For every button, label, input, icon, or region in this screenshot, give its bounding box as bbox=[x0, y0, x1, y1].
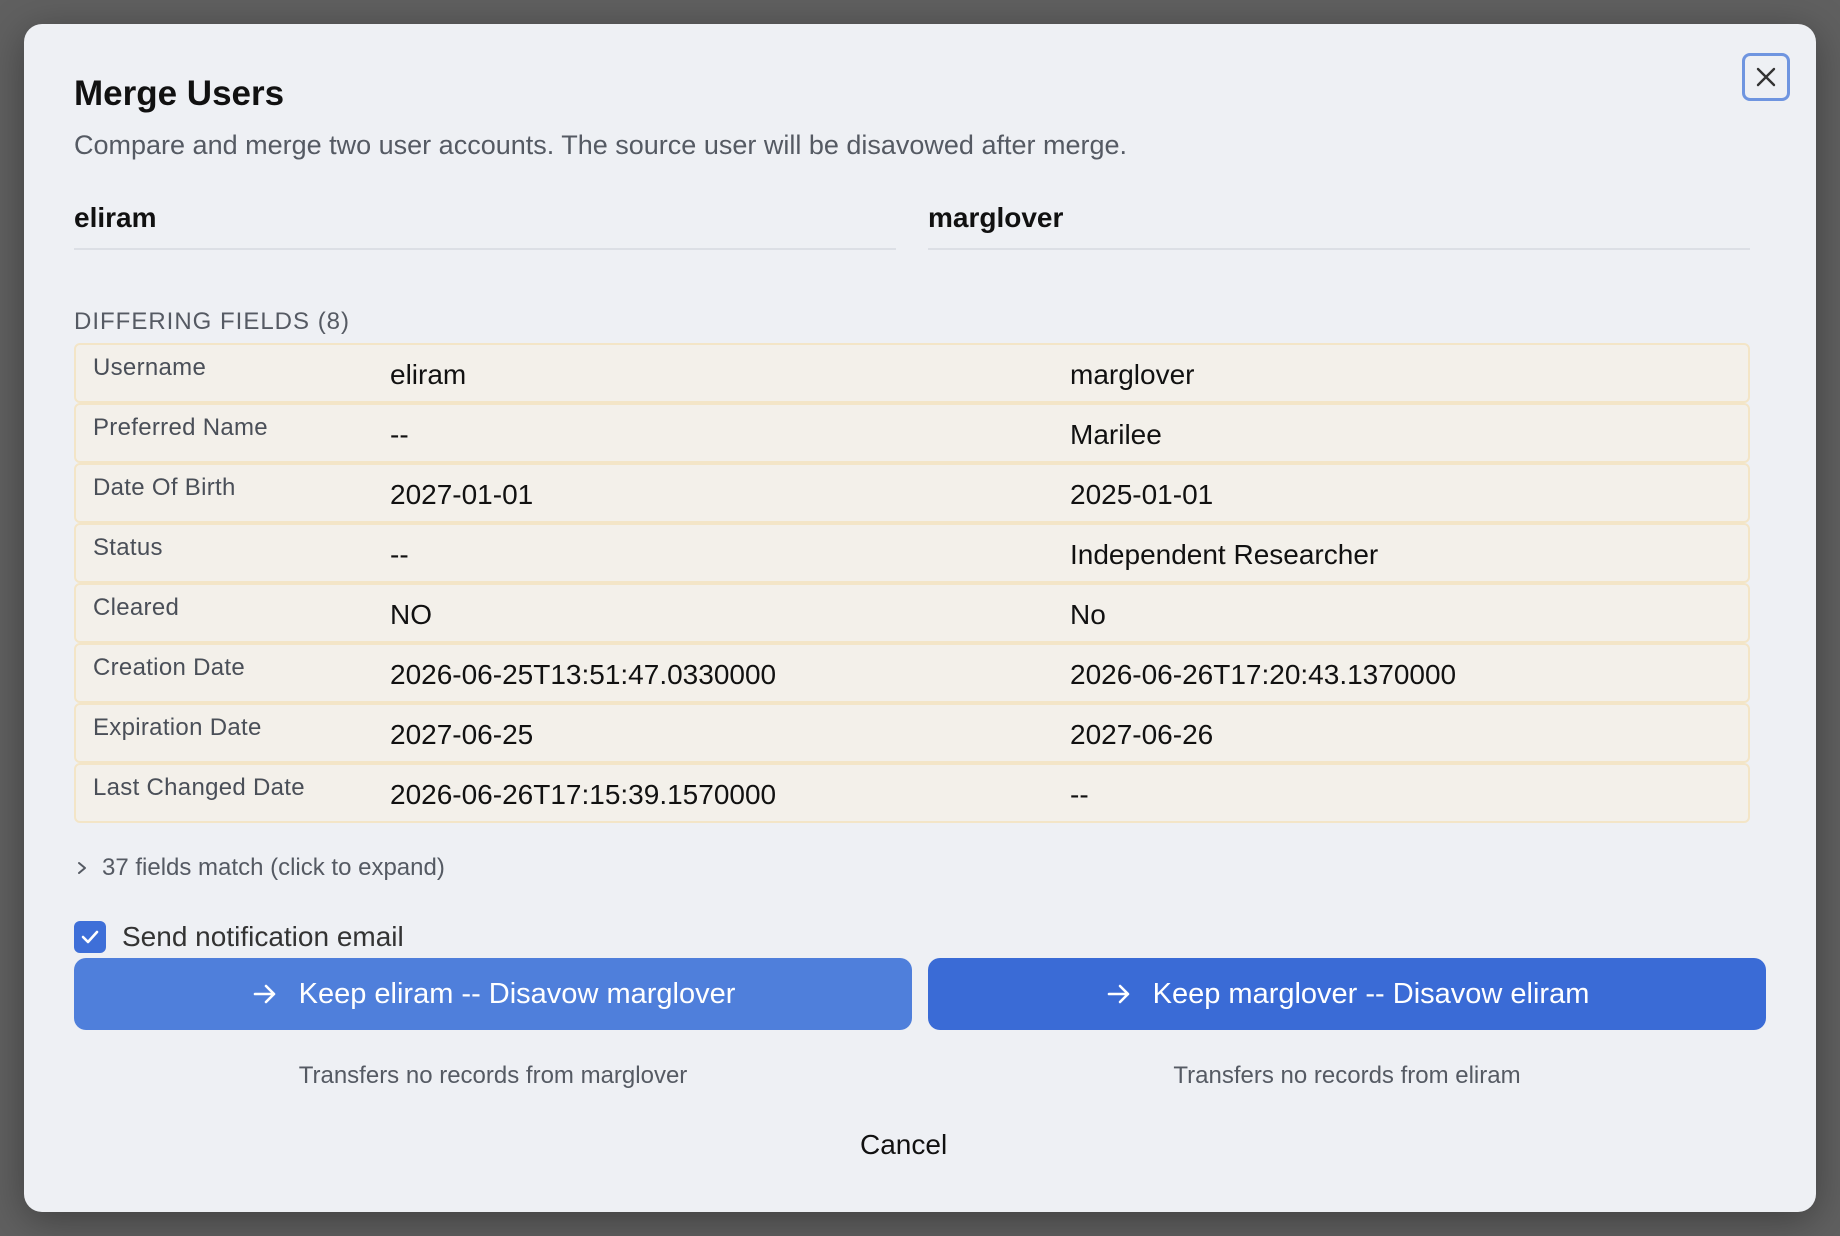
table-row: Last Changed Date 2026-06-26T17:15:39.15… bbox=[74, 763, 1750, 823]
matching-fields-expander[interactable]: 37 fields match (click to expand) bbox=[74, 854, 445, 882]
keep-left-button[interactable]: Keep eliram -- Disavow marglover bbox=[74, 958, 912, 1030]
differing-fields-label: DIFFERING FIELDS (8) bbox=[74, 308, 351, 335]
keep-left-label: Keep eliram -- Disavow marglover bbox=[298, 977, 736, 1010]
chevron-right-icon bbox=[78, 862, 86, 874]
field-name: Expiration Date bbox=[93, 714, 262, 741]
field-name: Cleared bbox=[93, 594, 180, 621]
dialog-title: Merge Users bbox=[74, 74, 285, 113]
close-icon bbox=[1756, 67, 1776, 87]
dialog-subtitle: Compare and merge two user accounts. The… bbox=[74, 130, 1128, 160]
right-value: 2027-06-26 bbox=[1070, 719, 1214, 750]
right-user-header: marglover bbox=[928, 202, 1750, 250]
right-value: Independent Researcher bbox=[1070, 539, 1379, 570]
keep-right-label: Keep marglover -- Disavow eliram bbox=[1152, 977, 1590, 1010]
table-row: Cleared NO No bbox=[74, 583, 1750, 643]
field-name: Status bbox=[93, 534, 163, 561]
cancel-button[interactable]: Cancel bbox=[860, 1129, 947, 1161]
left-value: NO bbox=[390, 599, 432, 630]
field-name: Creation Date bbox=[93, 654, 245, 681]
left-value: 2026-06-25T13:51:47.0330000 bbox=[390, 659, 777, 690]
notification-label: Send notification email bbox=[122, 921, 404, 952]
table-row: Creation Date 2026-06-25T13:51:47.033000… bbox=[74, 643, 1750, 703]
checkmark-icon bbox=[81, 930, 99, 944]
left-value: 2027-06-25 bbox=[390, 719, 534, 750]
field-name: Preferred Name bbox=[93, 414, 268, 441]
right-value: -- bbox=[1070, 779, 1089, 810]
close-button[interactable] bbox=[1742, 53, 1790, 101]
left-value: -- bbox=[390, 539, 409, 570]
right-value: marglover bbox=[1070, 359, 1195, 390]
left-user-header: eliram bbox=[74, 202, 896, 250]
left-value: 2027-01-01 bbox=[390, 479, 534, 510]
keep-right-button[interactable]: Keep marglover -- Disavow eliram bbox=[928, 958, 1766, 1030]
right-value: 2025-01-01 bbox=[1070, 479, 1214, 510]
table-row: Preferred Name -- Marilee bbox=[74, 403, 1750, 463]
right-value: Marilee bbox=[1070, 419, 1162, 450]
field-name: Last Changed Date bbox=[93, 774, 305, 801]
table-row: Expiration Date 2027-06-25 2027-06-26 bbox=[74, 703, 1750, 763]
merge-users-dialog: Merge Users Compare and merge two user a… bbox=[24, 24, 1816, 1212]
table-row: Status -- Independent Researcher bbox=[74, 523, 1750, 583]
table-row: Date Of Birth 2027-01-01 2025-01-01 bbox=[74, 463, 1750, 523]
keep-right-note: Transfers no records from eliram bbox=[1173, 1062, 1521, 1089]
arrow-right-icon bbox=[1107, 984, 1129, 1004]
notification-checkbox[interactable] bbox=[74, 921, 106, 953]
field-name: Date Of Birth bbox=[93, 474, 236, 501]
differing-fields-table: Username eliram marglover Preferred Name… bbox=[74, 343, 1750, 823]
keep-left-note: Transfers no records from marglover bbox=[298, 1062, 688, 1089]
right-value: No bbox=[1070, 599, 1106, 630]
left-value: 2026-06-26T17:15:39.1570000 bbox=[390, 779, 777, 810]
matching-fields-label: 37 fields match (click to expand) bbox=[102, 854, 445, 881]
right-value: 2026-06-26T17:20:43.1370000 bbox=[1070, 659, 1457, 690]
arrow-right-icon bbox=[253, 984, 275, 1004]
table-row: Username eliram marglover bbox=[74, 343, 1750, 403]
left-value: eliram bbox=[390, 359, 467, 390]
field-name: Username bbox=[93, 354, 207, 381]
left-value: -- bbox=[390, 419, 409, 450]
notification-checkbox-row[interactable]: Send notification email bbox=[74, 921, 404, 953]
